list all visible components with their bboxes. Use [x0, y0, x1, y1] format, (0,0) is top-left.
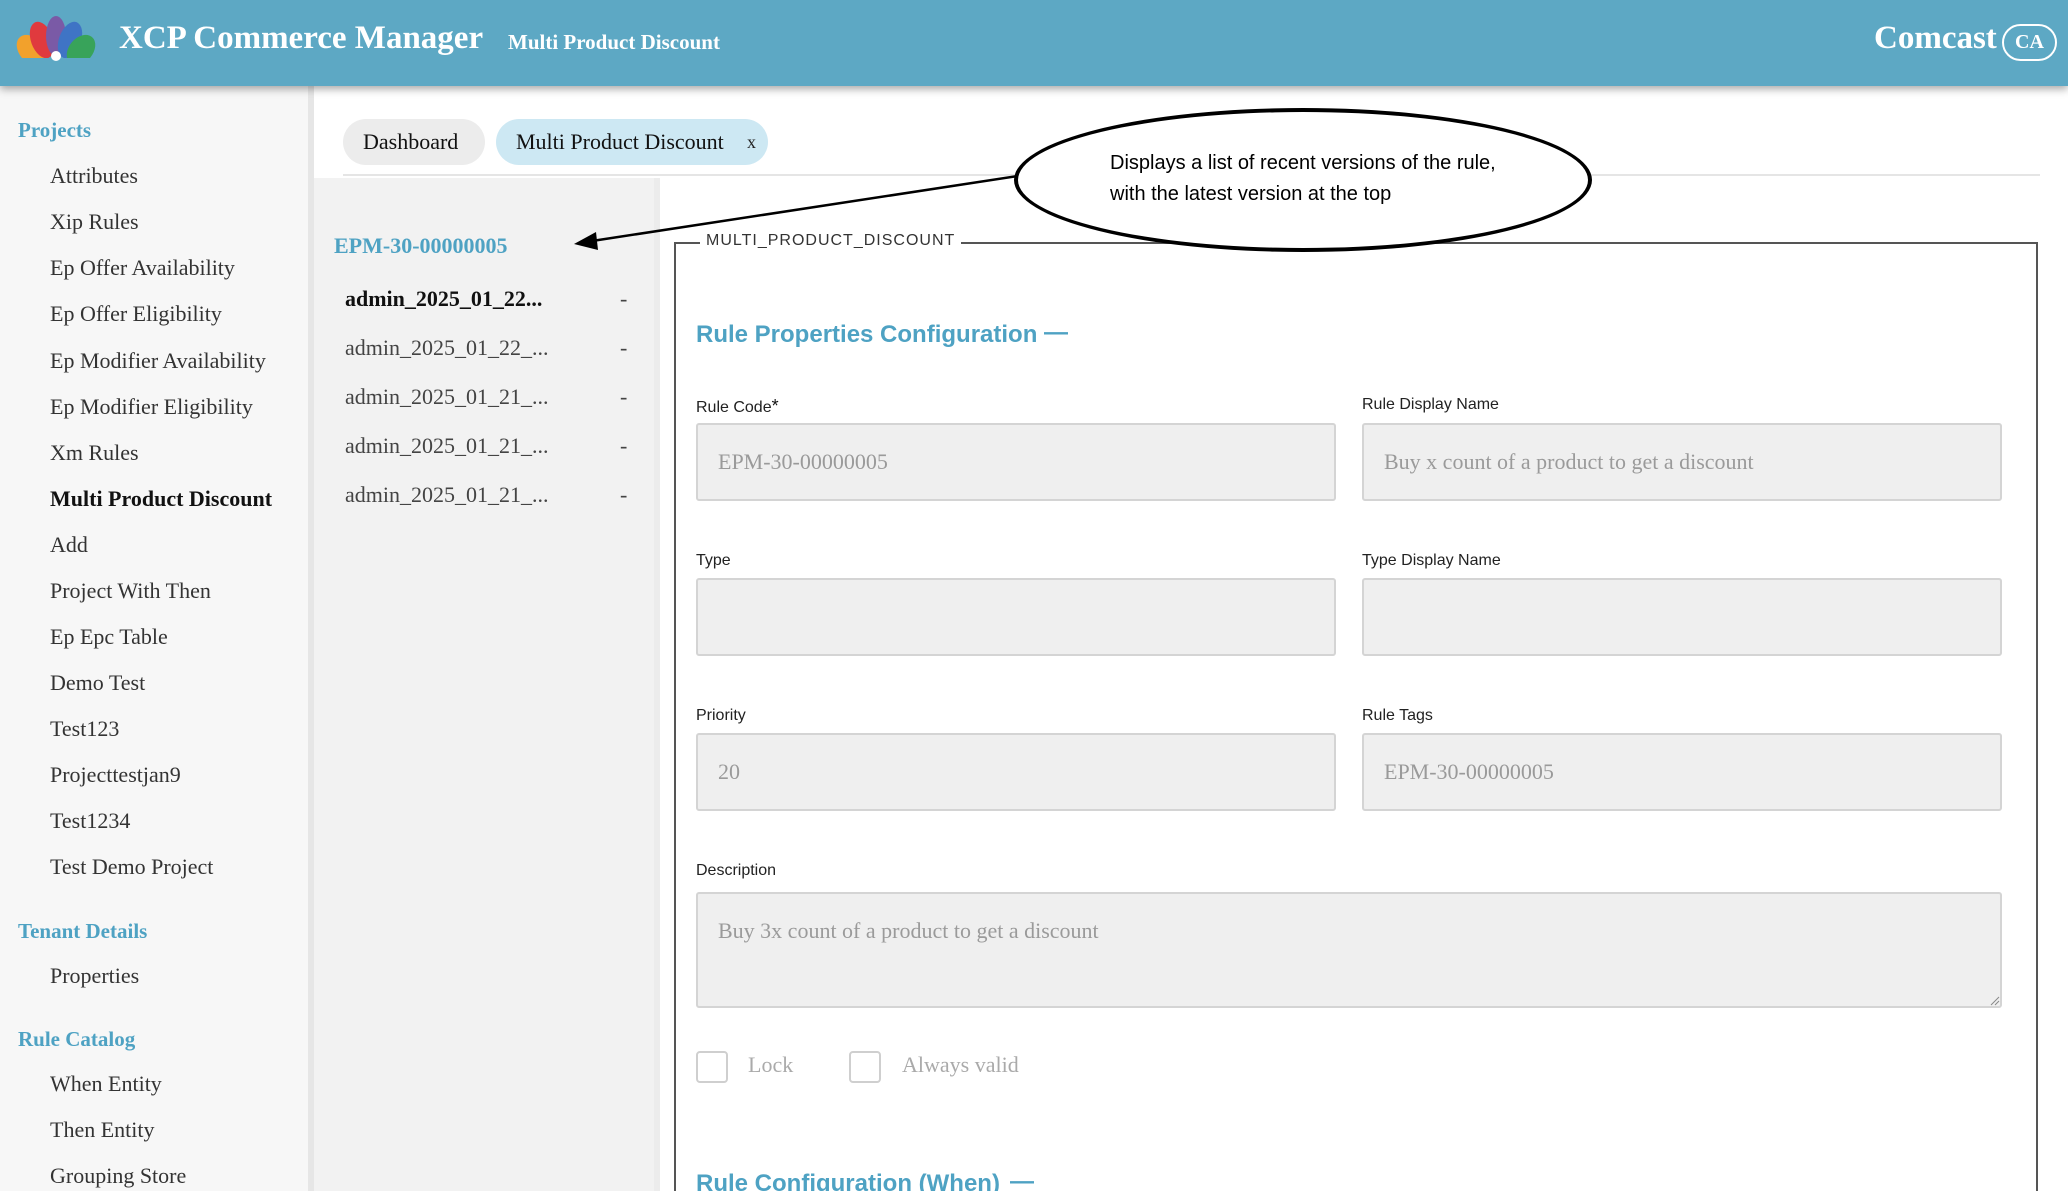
rule-form-fieldset	[674, 242, 2038, 1191]
version-marker: -	[620, 384, 628, 409]
description-label: Description	[696, 862, 777, 879]
app-header: XCP Commerce Manager Multi Product Disco…	[0, 0, 2068, 86]
version-marker: -	[620, 335, 628, 360]
user-avatar[interactable]: CA	[2002, 24, 2057, 61]
always-valid-label: Always valid	[902, 1052, 1019, 1077]
section-title-rule-properties: Rule Properties Configuration	[696, 321, 1038, 348]
lock-label: Lock	[748, 1052, 794, 1077]
lock-checkbox[interactable]	[696, 1051, 728, 1083]
rule-code-input[interactable]: EPM-30-00000005	[696, 423, 1336, 501]
rule-display-name-label: Rule Display Name	[1362, 396, 1499, 413]
sidebar-item-test1234[interactable]: Test1234	[50, 808, 130, 834]
resize-handle-icon[interactable]	[1990, 996, 2000, 1006]
sidebar-section-tenant-details[interactable]: Tenant Details	[18, 919, 147, 944]
version-item[interactable]: admin_2025_01_21_...	[345, 384, 549, 410]
sidebar-item-projecttestjan9[interactable]: Projecttestjan9	[50, 762, 181, 788]
tab-label: Multi Product Discount	[516, 129, 724, 154]
collapse-toggle[interactable]: —	[1044, 319, 1068, 347]
sidebar-item-attributes[interactable]: Attributes	[50, 163, 138, 189]
tab-label: Dashboard	[363, 129, 459, 154]
description-textarea[interactable]: Buy 3x count of a product to get a disco…	[696, 892, 2002, 1008]
annotation-text: Displays a list of recent versions of th…	[1110, 152, 1496, 205]
sidebar-item-then-entity[interactable]: Then Entity	[50, 1117, 154, 1143]
form-legend: MULTI_PRODUCT_DISCOUNT	[700, 232, 962, 250]
type-display-name-label: Type Display Name	[1362, 552, 1501, 569]
sidebar-item-test123[interactable]: Test123	[50, 716, 119, 742]
collapse-toggle[interactable]: —	[1010, 1168, 1034, 1191]
type-input[interactable]	[696, 578, 1336, 656]
sidebar-item-test-demo-project[interactable]: Test Demo Project	[50, 854, 213, 880]
tab-multi-product-discount[interactable]: Multi Product Discount x	[496, 119, 768, 165]
rule-tags-input[interactable]: EPM-30-00000005	[1362, 733, 2002, 811]
version-marker: -	[620, 286, 628, 311]
sidebar-item-ep-offer-eligibility[interactable]: Ep Offer Eligibility	[50, 301, 222, 327]
rule-code-label: Rule Code*	[696, 396, 779, 416]
page-subtitle: Multi Product Discount	[508, 30, 720, 54]
versions-divider	[654, 178, 660, 1191]
tab-dashboard[interactable]: Dashboard	[343, 119, 485, 165]
version-marker: -	[620, 482, 628, 507]
priority-input[interactable]: 20	[696, 733, 1336, 811]
sidebar-item-multi-product-discount[interactable]: Multi Product Discount	[50, 486, 272, 512]
sidebar-item-add[interactable]: Add	[50, 532, 88, 558]
sidebar-item-xip-rules[interactable]: Xip Rules	[50, 209, 139, 235]
sidebar-item-xm-rules[interactable]: Xm Rules	[50, 440, 139, 466]
section-title-rule-configuration-when: Rule Configuration (When)	[696, 1170, 1000, 1191]
sidebar-item-ep-epc-table[interactable]: Ep Epc Table	[50, 624, 168, 650]
version-item[interactable]: admin_2025_01_22_...	[345, 335, 549, 361]
version-item[interactable]: admin_2025_01_21_...	[345, 433, 549, 459]
version-marker: -	[620, 433, 628, 458]
sidebar-item-demo-test[interactable]: Demo Test	[50, 670, 145, 696]
sidebar-section-rule-catalog[interactable]: Rule Catalog	[18, 1027, 135, 1052]
type-display-name-input[interactable]	[1362, 578, 2002, 656]
sidebar: Projects Attributes Xip Rules Ep Offer A…	[0, 86, 308, 1191]
sidebar-item-ep-modifier-eligibility[interactable]: Ep Modifier Eligibility	[50, 394, 253, 420]
app-title: XCP Commerce Manager	[119, 20, 484, 56]
type-label: Type	[696, 552, 731, 569]
sidebar-item-project-with-then[interactable]: Project With Then	[50, 578, 211, 604]
peacock-logo-icon[interactable]	[14, 14, 104, 72]
sidebar-item-ep-offer-availability[interactable]: Ep Offer Availability	[50, 255, 235, 281]
versions-panel	[314, 178, 654, 1191]
version-item[interactable]: admin_2025_01_21_...	[345, 482, 549, 508]
sidebar-item-grouping-store[interactable]: Grouping Store	[50, 1163, 186, 1189]
brand-name: Comcast	[1874, 20, 1997, 56]
rule-tags-label: Rule Tags	[1362, 707, 1433, 724]
close-icon[interactable]: x	[747, 119, 756, 165]
priority-label: Priority	[696, 707, 746, 724]
sidebar-item-ep-modifier-availability[interactable]: Ep Modifier Availability	[50, 348, 266, 374]
always-valid-checkbox[interactable]	[849, 1051, 881, 1083]
sidebar-item-when-entity[interactable]: When Entity	[50, 1071, 162, 1097]
sidebar-item-properties[interactable]: Properties	[50, 963, 139, 989]
sidebar-section-projects[interactable]: Projects	[18, 118, 91, 143]
rule-display-name-input[interactable]: Buy x count of a product to get a discou…	[1362, 423, 2002, 501]
required-asterisk: *	[771, 396, 779, 416]
version-item[interactable]: admin_2025_01_22...	[345, 286, 542, 312]
rule-code-link[interactable]: EPM-30-00000005	[334, 233, 508, 259]
